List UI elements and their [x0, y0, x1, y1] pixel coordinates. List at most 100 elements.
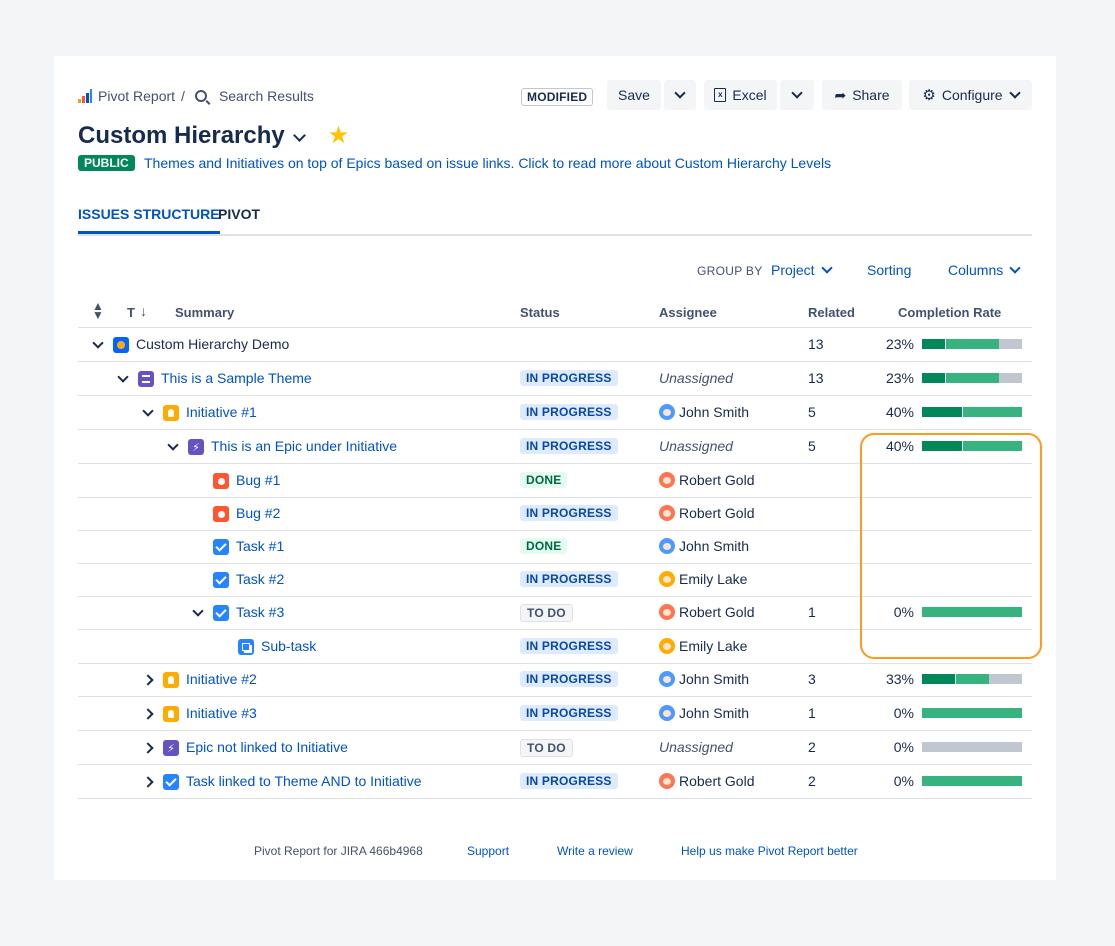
completion-bar-progress-segment: [922, 776, 1022, 786]
title-dropdown-chevron-icon[interactable]: [292, 128, 306, 142]
assignee[interactable]: Robert Gold: [659, 505, 754, 521]
save-options-button[interactable]: [664, 80, 696, 110]
issue-summary[interactable]: Initiative #2: [186, 671, 257, 687]
collapse-row-chevron-icon[interactable]: [166, 439, 180, 454]
excel-options-button[interactable]: [780, 80, 814, 110]
theme-icon: [138, 371, 154, 387]
completion-bar: [922, 776, 1022, 786]
assignee[interactable]: Emily Lake: [659, 638, 747, 654]
expand-row-chevron-icon[interactable]: [141, 775, 155, 789]
excel-icon: x: [714, 88, 727, 102]
issue-summary[interactable]: Bug #2: [236, 505, 280, 521]
issue-summary[interactable]: Task #2: [236, 571, 284, 587]
collapse-row-chevron-icon[interactable]: [191, 605, 205, 620]
initiative-icon: [163, 706, 179, 722]
columns-dropdown[interactable]: Columns: [948, 262, 1021, 278]
assignee[interactable]: Robert Gold: [659, 604, 754, 620]
share-button[interactable]: ➦ Share: [822, 80, 902, 110]
sorting-button[interactable]: Sorting: [867, 262, 911, 278]
table-row[interactable]: ⚡ Epic not linked to Initiative TO DO Unass…: [78, 731, 1032, 765]
sort-arrow-down-icon[interactable]: ↓: [140, 303, 147, 319]
footer-product-version: Pivot Report for JIRA 466b4968: [254, 844, 423, 858]
assignee-name: Robert Gold: [679, 604, 755, 620]
expand-row-chevron-icon[interactable]: [141, 741, 155, 755]
column-type-header[interactable]: T: [127, 305, 135, 320]
save-button[interactable]: Save: [607, 80, 661, 110]
related-count: 5: [808, 438, 816, 454]
bug-icon: [213, 506, 229, 522]
related-count: 13: [808, 370, 824, 386]
completion-percent: 23%: [885, 336, 914, 352]
chevron-down-icon: [1008, 87, 1021, 99]
assignee[interactable]: Emily Lake: [659, 571, 747, 587]
pivot-report-logo-icon: [78, 89, 92, 103]
assignee[interactable]: John Smith: [659, 404, 749, 420]
collapse-row-chevron-icon[interactable]: [141, 405, 155, 420]
assignee[interactable]: John Smith: [659, 538, 749, 554]
footer-feedback-link[interactable]: Help us make Pivot Report better: [681, 844, 858, 858]
share-icon: ➦: [834, 86, 847, 103]
assignee[interactable]: John Smith: [659, 705, 749, 721]
related-count: 2: [808, 739, 816, 755]
assignee[interactable]: Robert Gold: [659, 773, 754, 789]
issue-summary[interactable]: This is an Epic under Initiative: [211, 438, 397, 454]
description-link[interactable]: Themes and Initiatives on top of Epics b…: [144, 155, 831, 171]
epic-icon: ⚡: [188, 439, 204, 455]
issue-summary[interactable]: Epic not linked to Initiative: [186, 739, 348, 755]
breadcrumb-app-link[interactable]: Pivot Report: [98, 88, 175, 104]
column-status-header[interactable]: Status: [520, 305, 560, 320]
chevron-icon: [192, 605, 204, 617]
expand-row-chevron-icon[interactable]: [141, 673, 155, 687]
tab-issues-structure[interactable]: ISSUES STRUCTURE: [78, 206, 220, 234]
issue-summary[interactable]: Initiative #3: [186, 705, 257, 721]
issue-summary[interactable]: Task linked to Theme AND to Initiative: [186, 773, 422, 789]
excel-export-button[interactable]: x Excel: [704, 80, 777, 110]
column-summary-header[interactable]: Summary: [175, 305, 234, 320]
assignee-name: Robert Gold: [679, 472, 755, 488]
completion-bar-progress-segment: [962, 407, 1022, 417]
issue-summary[interactable]: This is a Sample Theme: [161, 370, 312, 386]
table-row[interactable]: This is a Sample Theme IN PROGRESS Unassig…: [78, 362, 1032, 396]
sorting-label: Sorting: [867, 262, 912, 278]
issue-summary[interactable]: Custom Hierarchy Demo: [136, 336, 289, 352]
status-badge: IN PROGRESS: [520, 671, 618, 687]
breadcrumb-current[interactable]: Search Results: [219, 88, 314, 104]
assignee[interactable]: John Smith: [659, 671, 749, 687]
group-by-dropdown[interactable]: Project: [771, 262, 833, 278]
footer-review-link[interactable]: Write a review: [557, 844, 633, 858]
column-assignee-header[interactable]: Assignee: [659, 305, 717, 320]
assignee[interactable]: Robert Gold: [659, 472, 754, 488]
column-completion-header[interactable]: Completion Rate: [898, 305, 1001, 320]
completion-bar-done-segment: [922, 339, 945, 349]
tab-pivot[interactable]: PIVOT: [218, 206, 260, 232]
assignee: Unassigned: [659, 370, 733, 386]
issue-summary[interactable]: Initiative #1: [186, 404, 257, 420]
issue-summary[interactable]: Sub-task: [261, 638, 316, 654]
expand-collapse-all-icon[interactable]: ▲ ▼: [92, 300, 104, 321]
task-icon: [213, 539, 229, 555]
table-row[interactable]: Initiative #1 IN PROGRESS John Smith 5 40%: [78, 396, 1032, 430]
column-related-header[interactable]: Related: [808, 305, 855, 320]
completion-bar: [922, 373, 1022, 383]
table-row[interactable]: Custom Hierarchy Demo 13 23%: [78, 328, 1032, 362]
configure-button[interactable]: ⚙ Configure: [909, 80, 1032, 110]
status-badge: IN PROGRESS: [520, 505, 618, 521]
chevron-down-icon: [791, 87, 803, 99]
collapse-row-chevron-icon[interactable]: [116, 371, 130, 386]
table-row[interactable]: Initiative #2 IN PROGRESS John Smith 3 33%: [78, 663, 1032, 697]
initiative-icon: [163, 672, 179, 688]
favorite-star-icon[interactable]: ★: [328, 124, 350, 148]
footer-support-link[interactable]: Support: [467, 844, 509, 858]
issue-summary[interactable]: Task #3: [236, 604, 284, 620]
chevron-down-icon: [674, 87, 686, 99]
issue-summary[interactable]: Bug #1: [236, 472, 280, 488]
collapse-row-chevron-icon[interactable]: [91, 337, 105, 352]
table-row[interactable]: Initiative #3 IN PROGRESS John Smith 1 0%: [78, 697, 1032, 731]
completion-bar-progress-segment: [922, 708, 1022, 718]
avatar: [659, 638, 675, 654]
table-row[interactable]: Task linked to Theme AND to Initiative IN…: [78, 765, 1032, 799]
expand-row-chevron-icon[interactable]: [141, 707, 155, 721]
chevron-icon: [92, 337, 104, 349]
issue-summary[interactable]: Task #1: [236, 538, 284, 554]
report-card: Pivot Report / Search Results MODIFIED S…: [54, 56, 1056, 880]
